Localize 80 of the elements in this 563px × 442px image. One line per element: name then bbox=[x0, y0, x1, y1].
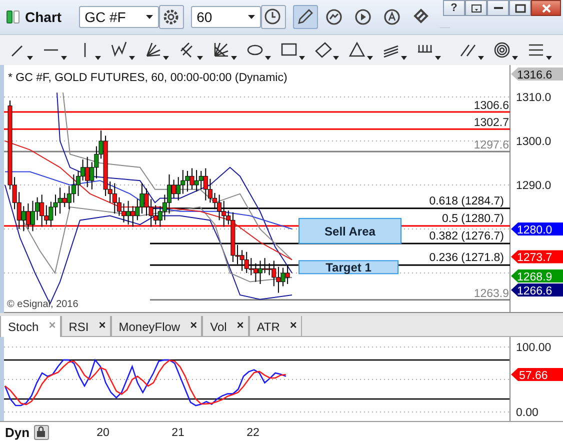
fibonacci-label: 0.236 (1271.8) bbox=[429, 252, 504, 264]
zone-box: Sell Area bbox=[298, 217, 402, 244]
level-label: 1263.9 bbox=[474, 287, 509, 300]
symbol-dropdown[interactable]: GC #F bbox=[78, 6, 159, 28]
indicator-tab[interactable]: Stoch × bbox=[0, 316, 61, 338]
date-label: 21 bbox=[171, 427, 184, 440]
level-label: 1302.7 bbox=[474, 116, 509, 129]
diamond-icon[interactable] bbox=[314, 40, 332, 60]
caret-icon bbox=[248, 15, 255, 20]
clock-icon bbox=[264, 8, 282, 26]
close-icon bbox=[540, 4, 552, 12]
caret-icon[interactable] bbox=[435, 56, 441, 60]
copyright-text: © eSignal, 2016 bbox=[7, 298, 78, 310]
zone-box: Target 1 bbox=[298, 260, 398, 274]
price-tag: 1316.6 bbox=[511, 67, 563, 82]
chart-legend: * GC #F, GOLD FUTURES, 60, 00:00-00:00 (Dynamic) bbox=[8, 72, 288, 84]
close-tab-button[interactable]: × bbox=[290, 320, 297, 330]
caret-icon bbox=[146, 15, 153, 20]
indicator-tab[interactable]: MoneyFlow × bbox=[110, 316, 202, 338]
close-tab-button[interactable]: × bbox=[236, 320, 244, 330]
minimize-button[interactable] bbox=[487, 0, 509, 16]
price-tag: 1273.7 bbox=[511, 250, 563, 264]
price-tag: 1266.6 bbox=[511, 283, 563, 298]
indicator-tab[interactable]: ATR × bbox=[248, 316, 302, 338]
caret-icon[interactable] bbox=[333, 56, 339, 60]
axis-label: 1290.0 bbox=[516, 180, 552, 192]
price-tag: 1268.9 bbox=[511, 269, 563, 284]
price-tag: 57.66 bbox=[511, 368, 563, 382]
caret-icon[interactable] bbox=[478, 56, 484, 60]
caret-icon[interactable] bbox=[401, 56, 407, 60]
date-label: 20 bbox=[96, 427, 109, 440]
axis-label: 100.00 bbox=[516, 342, 552, 354]
axis-label: 0.00 bbox=[516, 407, 538, 420]
window-icon bbox=[470, 4, 482, 12]
caret-icon[interactable] bbox=[546, 56, 552, 60]
caret-icon[interactable] bbox=[197, 56, 203, 60]
close-tab-button[interactable]: × bbox=[98, 320, 106, 330]
caret-icon[interactable] bbox=[95, 56, 101, 60]
interval-dropdown[interactable]: 60 bbox=[190, 6, 261, 28]
pencil-icon bbox=[296, 8, 314, 26]
settings-icon bbox=[162, 8, 180, 26]
letter-circle-icon[interactable] bbox=[383, 8, 402, 26]
lock-icon bbox=[36, 426, 46, 438]
caret-icon[interactable] bbox=[512, 56, 518, 60]
caret-icon[interactable] bbox=[129, 56, 135, 60]
caret-icon[interactable] bbox=[163, 56, 169, 60]
maximize-icon bbox=[514, 4, 526, 12]
indicator-tab[interactable]: RSI × bbox=[60, 316, 111, 338]
indicator-tab[interactable]: Vol × bbox=[202, 316, 249, 338]
window-title: Chart bbox=[25, 9, 62, 26]
app-icon bbox=[6, 10, 20, 24]
level-label: 1297.6 bbox=[474, 139, 509, 152]
interval-button[interactable] bbox=[260, 5, 286, 30]
date-label: 22 bbox=[246, 427, 259, 440]
close-button[interactable] bbox=[531, 0, 561, 16]
caret-icon[interactable] bbox=[27, 56, 33, 60]
caret-icon[interactable] bbox=[231, 56, 237, 60]
axis-label: 1310.0 bbox=[516, 92, 552, 104]
fibonacci-label: 0.382 (1276.7) bbox=[429, 230, 504, 242]
caret-icon[interactable] bbox=[61, 56, 67, 60]
settings-button[interactable] bbox=[158, 5, 184, 30]
concentric-circles-icon[interactable] bbox=[493, 40, 511, 60]
price-tag: 1280.0 bbox=[511, 222, 563, 236]
fibonacci-label: 0.618 (1284.7) bbox=[429, 194, 504, 207]
level-label: 1306.6 bbox=[474, 99, 509, 112]
draw-button[interactable] bbox=[292, 5, 318, 30]
caret-icon[interactable] bbox=[367, 56, 373, 60]
axis-label: 1300.0 bbox=[516, 136, 552, 148]
caret-icon[interactable] bbox=[299, 56, 305, 60]
help-button[interactable]: ? bbox=[443, 0, 465, 16]
play-icon[interactable] bbox=[354, 8, 372, 26]
chart-circle-icon[interactable] bbox=[325, 8, 344, 26]
lock-button[interactable] bbox=[34, 424, 49, 440]
minimize-icon bbox=[494, 7, 502, 9]
fibonacci-label: 0.5 (1280.7) bbox=[442, 212, 504, 224]
caret-icon[interactable] bbox=[265, 56, 271, 60]
maximize-button[interactable] bbox=[509, 0, 531, 16]
mode-label: Dyn bbox=[5, 424, 30, 440]
close-tab-button[interactable]: × bbox=[190, 320, 198, 330]
restore-button[interactable] bbox=[465, 0, 487, 16]
